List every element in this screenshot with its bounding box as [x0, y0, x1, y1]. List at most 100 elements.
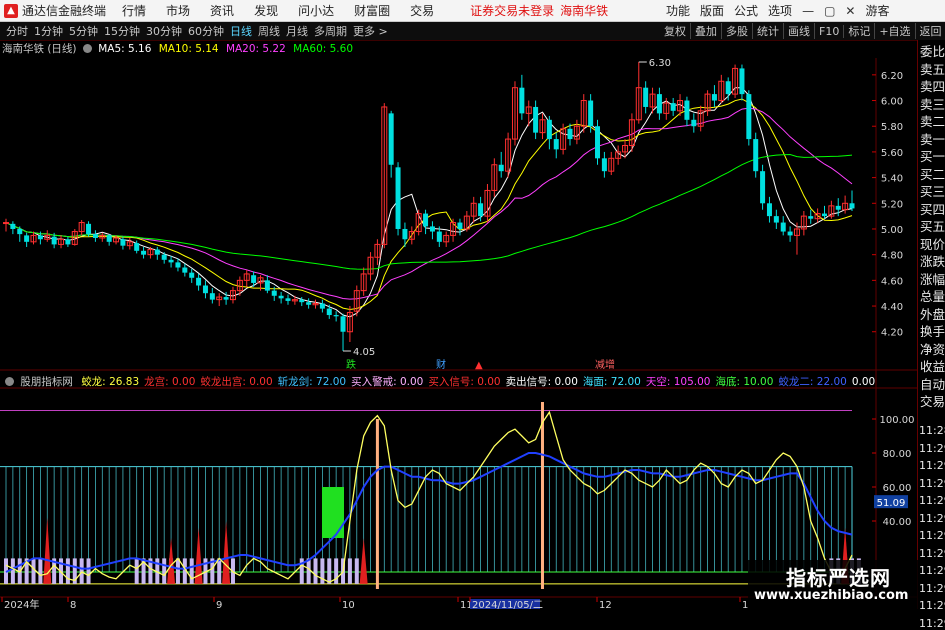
panel-label-1: 卖五	[920, 61, 945, 77]
candle-body	[533, 106, 539, 133]
candle-body	[821, 213, 827, 217]
price-label-3: 5.60	[881, 148, 903, 159]
candle-body	[553, 139, 559, 150]
menu-layout[interactable]: 版面	[700, 2, 724, 19]
candle-body	[849, 203, 855, 209]
menu-wealth[interactable]: 财富圈	[354, 2, 390, 19]
panel-time-1: 11:29	[919, 441, 945, 455]
menu-formula[interactable]: 公式	[734, 2, 758, 19]
candle-body	[271, 290, 277, 296]
menu-function[interactable]: 功能	[666, 2, 690, 19]
signal-spike	[167, 538, 176, 584]
period-daily[interactable]: 日线	[230, 23, 252, 39]
app-name: 通达信金融终端	[22, 4, 107, 18]
minimize-icon[interactable]: —	[802, 4, 814, 18]
period-1min[interactable]: 1分钟	[34, 23, 63, 39]
candle-body	[51, 236, 57, 245]
ind-label-2: 60.00	[883, 483, 912, 494]
candle-body	[326, 308, 332, 316]
date-label-5: 2024/11/05/二	[472, 600, 543, 609]
btn-adjust[interactable]: 复权	[660, 23, 691, 39]
indicator-value-7: 海面: 72.00	[582, 376, 641, 388]
warning-bar	[217, 558, 222, 584]
candle-body	[643, 87, 649, 107]
indicator-value-1: 龙宫: 0.00	[144, 376, 196, 388]
warning-bar	[79, 558, 84, 584]
right-info-panel: 委比 卖五 卖四 卖三 卖二 卖一 买一 买二 买三 买四 买五 现价 涨跌 涨幅 总量 外盘 换手 净资 收益 自动…	[917, 40, 945, 630]
signal-spike	[359, 538, 368, 584]
candle-body	[106, 235, 112, 242]
event-label-2: ▲	[475, 360, 483, 371]
btn-draw[interactable]: 画线	[784, 23, 815, 39]
panel-label-12: 涨跌	[920, 254, 945, 269]
candle-body	[161, 254, 167, 260]
app-logo-icon: ▲	[4, 3, 18, 18]
menu-options[interactable]: 选项	[768, 2, 792, 19]
stock-label: 海南华铁 (日线)	[2, 43, 77, 55]
menu-trade[interactable]: 交易	[410, 2, 434, 19]
btn-stats[interactable]: 统计	[753, 23, 784, 39]
period-multi[interactable]: 多周期	[314, 23, 347, 39]
user-label[interactable]: 游客	[865, 2, 889, 19]
indicator-value-9: 海底: 10.00	[715, 376, 774, 388]
btn-overlay[interactable]: 叠加	[691, 23, 722, 39]
period-timeshare[interactable]: 分时	[6, 23, 28, 39]
settings-icon[interactable]	[82, 44, 92, 53]
current-value: 51.09	[877, 498, 906, 509]
period-monthly[interactable]: 月线	[286, 23, 308, 39]
btn-f10[interactable]: F10	[815, 24, 845, 38]
login-warning[interactable]: 证券交易未登录	[470, 2, 554, 19]
candle-body	[141, 250, 147, 255]
panel-label-2: 卖四	[920, 79, 945, 94]
candle-body	[691, 119, 697, 127]
ma-label-0: MA5: 5.16	[98, 43, 155, 55]
indicator-value-4: 买入警戒: 0.00	[351, 376, 424, 388]
maximize-icon[interactable]: ▢	[824, 4, 835, 18]
period-30min[interactable]: 30分钟	[146, 23, 182, 39]
period-15min[interactable]: 15分钟	[104, 23, 140, 39]
ma-values: MA5: 5.16 MA10: 5.14 MA20: 5.22 MA60: 5.…	[98, 43, 357, 55]
menu-discover[interactable]: 发现	[254, 2, 278, 19]
low-label: 4.05	[353, 347, 375, 358]
candle-body	[588, 100, 594, 127]
btn-multistock[interactable]: 多股	[722, 23, 753, 39]
candle-body	[780, 222, 786, 232]
candle-body	[835, 205, 841, 210]
panel-label-18: 收益	[920, 359, 945, 374]
menu-market[interactable]: 市场	[166, 2, 190, 19]
date-label-6: 12	[599, 600, 612, 609]
candle-body	[773, 216, 779, 223]
candle-body	[395, 167, 401, 229]
period-more[interactable]: 更多 >	[353, 23, 388, 39]
panel-time-4: 11:29	[919, 494, 945, 507]
panel-label-9: 买四	[920, 201, 945, 217]
indicator-settings-icon[interactable]	[5, 377, 14, 386]
btn-back[interactable]: 返回	[916, 23, 945, 39]
period-weekly[interactable]: 周线	[258, 23, 280, 39]
candle-body	[189, 272, 195, 278]
warning-bar	[306, 558, 311, 584]
warning-bar	[162, 558, 167, 584]
menu-ask[interactable]: 问小达	[298, 2, 334, 19]
kline-chart[interactable]: 6.20 6.00 5.80 5.60 5.40 5.20 5.00 4.80 4.60 4.40…	[0, 40, 917, 609]
period-60min[interactable]: 60分钟	[188, 23, 224, 39]
candle-body	[656, 94, 662, 114]
menu-info[interactable]: 资讯	[210, 2, 234, 19]
price-label-8: 4.60	[881, 276, 903, 287]
period-5min[interactable]: 5分钟	[69, 23, 98, 39]
warning-bar	[189, 558, 194, 584]
event-label-1: 财	[436, 358, 446, 371]
candle-body	[457, 222, 463, 229]
indicator-name[interactable]: 股朋指标网	[20, 376, 73, 388]
btn-add-favorite[interactable]: +自选	[875, 23, 916, 39]
date-label-3: 10	[342, 600, 355, 609]
btn-mark[interactable]: 标记	[844, 23, 876, 39]
candle-body	[24, 235, 30, 242]
menu-quotes[interactable]: 行情	[122, 2, 146, 19]
candle-body	[196, 277, 202, 286]
panel-label-10: 买五	[920, 219, 945, 234]
panel-time-0: 11:28	[919, 424, 945, 437]
candle-body	[519, 87, 525, 114]
panel-label-20: 交易	[920, 394, 945, 409]
close-icon[interactable]: ✕	[845, 4, 855, 18]
